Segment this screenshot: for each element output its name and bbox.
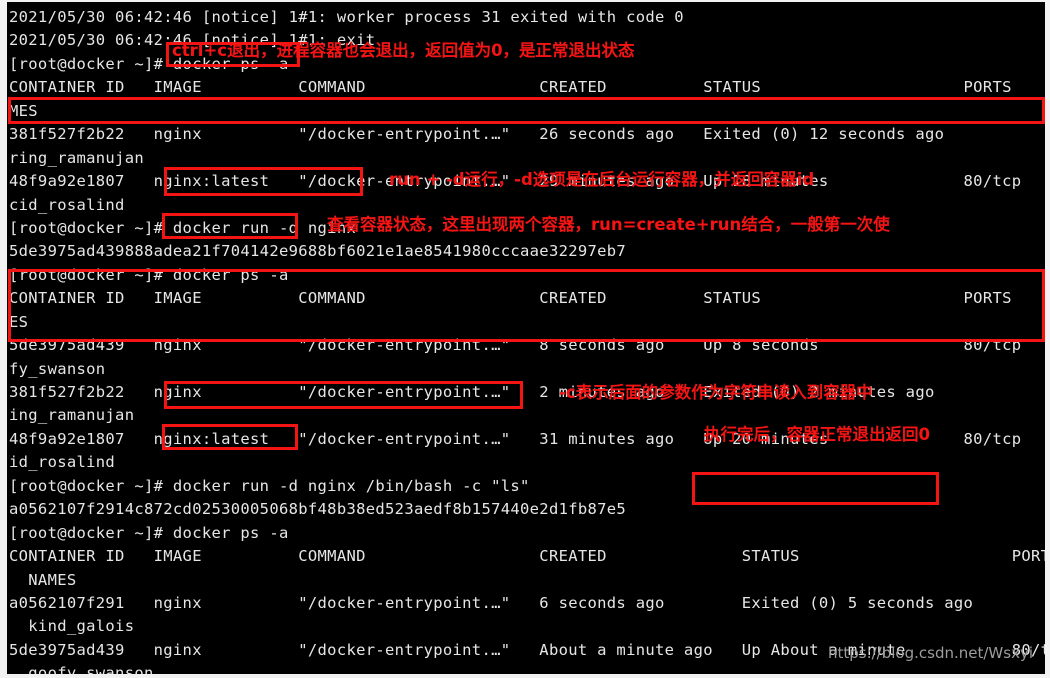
terminal-command-line: [root@docker ~]# docker ps -a	[9, 523, 289, 542]
annotation-exit-zero: 执行完后，容器正常退出返回0	[704, 425, 930, 444]
terminal-table-row-wrap: cid_rosalind	[9, 195, 125, 214]
terminal-table-header-wrap: ES	[9, 312, 29, 331]
terminal-table-header-wrap: MES	[9, 101, 38, 120]
terminal-table-row: a0562107f291 nginx "/docker-entrypoint.……	[9, 593, 974, 612]
terminal-table-header: CONTAINER ID IMAGE COMMAND CREATED STATU…	[9, 289, 1050, 308]
terminal-table-row-wrap: goofy_swanson	[9, 664, 154, 678]
terminal-table-row-wrap: fy_swanson	[9, 359, 106, 378]
terminal-window[interactable]: 2021/05/30 06:42:46 [notice] 1#1: worker…	[0, 0, 1050, 678]
terminal-line: 2021/05/30 06:42:46 [notice] 1#1: worker…	[9, 8, 684, 26]
annotation-run-d: run + -d运行，-d选项是在后台运行容器，并返回容器id	[389, 170, 815, 189]
terminal-command-line: [root@docker ~]# docker ps -a	[9, 265, 289, 284]
terminal-container-hash: 5de3975ad439888adea21f704142e9688bf6021e…	[9, 242, 627, 261]
terminal-table-row-wrap: ring_ramanujan	[9, 148, 144, 167]
annotation-dash-c: -c表示后面的参数作为字符串读入到容器中	[559, 383, 873, 402]
annotation-ps-state: 查看容器状态，这里出现两个容器，run=create+run结合，一般第一次使	[327, 215, 890, 234]
terminal-table-row: 381f527f2b22 nginx "/docker-entrypoint.……	[9, 125, 1050, 144]
watermark: https://blog.csdn.net/Wsxyi	[827, 644, 1033, 662]
terminal-table-row: 381f527f2b22 nginx "/docker-entrypoint.……	[9, 383, 1050, 401]
terminal-table-header: CONTAINER ID IMAGE COMMAND CREATED STATU…	[9, 78, 1050, 97]
terminal-command-line: [root@docker ~]# docker run -d nginx /bi…	[9, 476, 530, 495]
terminal-table-row-wrap: kind_galois	[9, 617, 135, 636]
terminal-table-header-wrap: NAMES	[9, 570, 77, 589]
terminal-table-row: 5de3975ad439 nginx "/docker-entrypoint.……	[9, 336, 1050, 355]
annotation-ctrl-c: ctrl+c退出，进程容器也会退出，返回值为0，是正常退出状态	[172, 41, 635, 60]
terminal-container-hash: a0562107f2914c872cd02530005068bf48b38ed5…	[9, 500, 627, 519]
terminal-screen[interactable]: 2021/05/30 06:42:46 [notice] 1#1: worker…	[7, 2, 1045, 674]
terminal-table-header: CONTAINER ID IMAGE COMMAND CREATED STATU…	[9, 547, 1050, 566]
terminal-table-row-wrap: id_rosalind	[9, 453, 116, 472]
